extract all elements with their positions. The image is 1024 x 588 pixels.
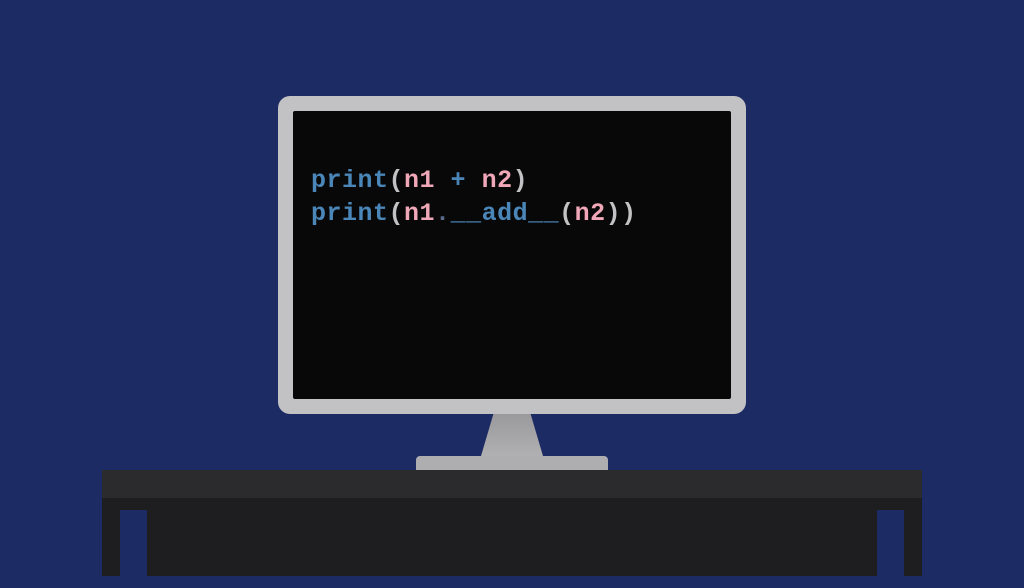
code-line-1: print(n1 + n2)	[311, 165, 713, 198]
token-variable: n2	[575, 199, 606, 228]
token-variable: n1	[404, 166, 435, 195]
token-operator: +	[435, 166, 482, 195]
monitor-stand-neck	[481, 414, 543, 456]
token-paren-close: )	[513, 166, 529, 195]
desk-gap-right	[877, 510, 904, 588]
desk-apron	[102, 498, 922, 576]
monitor-screen: print(n1 + n2) print(n1.__add__(n2))	[293, 111, 731, 399]
token-paren-open: (	[389, 199, 405, 228]
token-dot: .	[435, 199, 451, 228]
desk	[102, 470, 922, 576]
desk-surface	[102, 470, 922, 498]
token-function: print	[311, 199, 389, 228]
monitor-stand-base	[416, 456, 608, 470]
token-function: print	[311, 166, 389, 195]
token-paren-open: (	[559, 199, 575, 228]
computer-monitor: print(n1 + n2) print(n1.__add__(n2))	[278, 96, 746, 470]
token-variable: n2	[482, 166, 513, 195]
token-paren-open: (	[389, 166, 405, 195]
token-method: __add__	[451, 199, 560, 228]
monitor-bezel: print(n1 + n2) print(n1.__add__(n2))	[278, 96, 746, 414]
token-variable: n1	[404, 199, 435, 228]
desk-gap-left	[120, 510, 147, 588]
token-paren-close: )	[606, 199, 622, 228]
code-line-2: print(n1.__add__(n2))	[311, 198, 713, 231]
token-paren-close: )	[621, 199, 637, 228]
